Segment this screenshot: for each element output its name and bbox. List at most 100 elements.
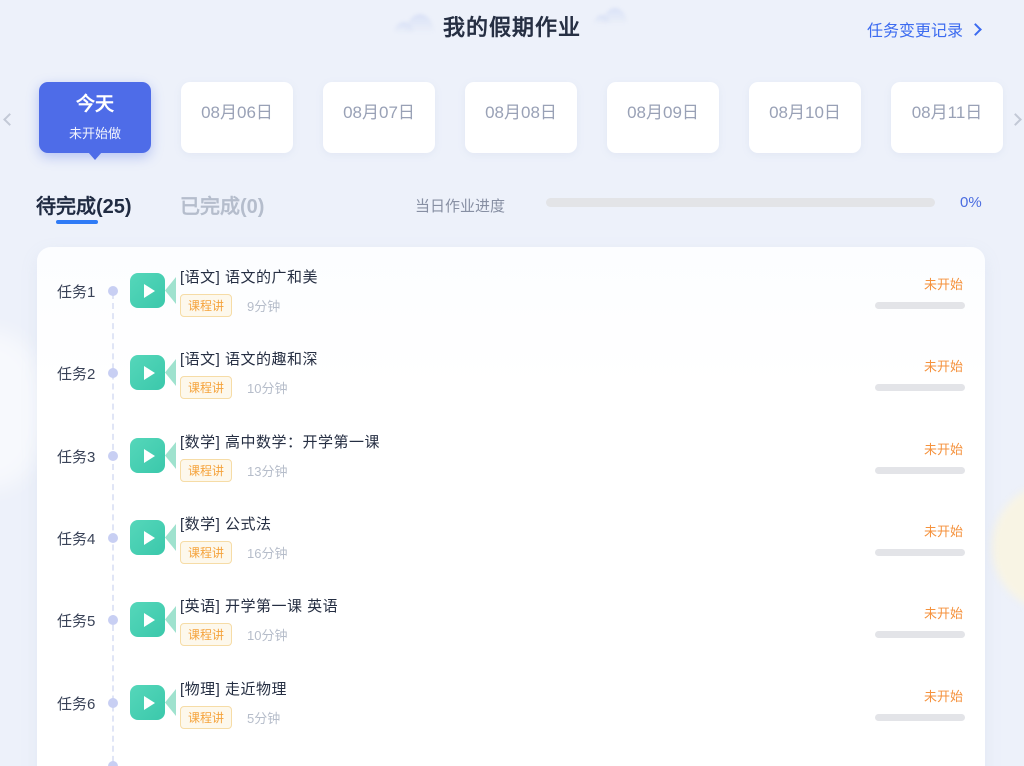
task-row[interactable]: 任务3 [数学] 高中数学：开学第一课 课程讲 13分钟 未开始 — [37, 415, 985, 497]
video-lesson-icon[interactable] — [130, 520, 178, 556]
video-lesson-icon[interactable] — [130, 438, 178, 474]
task-status-label: 未开始 — [924, 356, 963, 375]
task-progress-bar — [875, 467, 965, 474]
tab-todo-label: 待完成(25) — [36, 196, 132, 218]
date-card[interactable]: 08月09日 — [607, 82, 719, 153]
task-progress-bar — [875, 384, 965, 391]
task-title: [英语] 开学第一课 英语 — [180, 595, 338, 616]
task-row[interactable]: 任务4 [数学] 公式法 课程讲 16分钟 未开始 — [37, 497, 985, 579]
task-index-label: 任务6 — [57, 693, 101, 714]
camera-lens-icon — [165, 524, 176, 551]
task-index-label: 任务5 — [57, 610, 101, 631]
task-duration: 10分钟 — [247, 625, 287, 644]
play-icon — [130, 438, 165, 473]
date-card-label: 08月11日 — [912, 98, 983, 123]
tab-done[interactable]: 已完成(0) — [180, 190, 264, 219]
task-index-label: 任务2 — [57, 363, 101, 384]
date-card-label: 今天 — [76, 89, 114, 116]
task-row[interactable]: 任务5 [英语] 开学第一课 英语 课程讲 10分钟 未开始 — [37, 579, 985, 661]
play-icon — [130, 602, 165, 637]
date-card-today[interactable]: 今天 未开始做 — [39, 82, 151, 153]
homework-page: 我的假期作业 任务变更记录 今天 未开始做 08月06日 08月07日 08月0… — [0, 0, 1024, 766]
date-card-sublabel: 未开始做 — [69, 123, 121, 142]
timeline-dot — [108, 761, 118, 766]
play-icon — [130, 273, 165, 308]
timeline-dot — [108, 533, 118, 543]
task-progress-bar — [875, 631, 965, 638]
background-circle-decoration — [992, 482, 1024, 612]
chevron-right-icon — [1009, 113, 1022, 126]
date-card-label: 08月06日 — [201, 98, 273, 123]
video-lesson-icon[interactable] — [130, 273, 178, 309]
date-card[interactable]: 08月07日 — [323, 82, 435, 153]
task-index-label: 任务3 — [57, 446, 101, 467]
task-type-badge: 课程讲 — [180, 294, 232, 317]
task-duration: 9分钟 — [247, 296, 280, 315]
task-title: [物理] 走近物理 — [180, 678, 287, 699]
task-change-log-label: 任务变更记录 — [867, 17, 963, 41]
daily-progress-value: 0% — [960, 194, 982, 211]
task-type-badge: 课程讲 — [180, 706, 232, 729]
task-status-label: 未开始 — [924, 521, 963, 540]
task-row[interactable]: 任务1 [语文] 语文的广和美 课程讲 9分钟 未开始 — [37, 250, 985, 332]
task-index-label: 任务1 — [57, 281, 101, 302]
date-card-label: 08月09日 — [627, 98, 699, 123]
date-card-label: 08月08日 — [485, 98, 557, 123]
tab-done-label: 已完成(0) — [180, 196, 264, 218]
task-list-panel: 任务1 [语文] 语文的广和美 课程讲 9分钟 未开始 任务2 — [37, 247, 985, 766]
task-title: [数学] 公式法 — [180, 513, 287, 534]
timeline-dot — [108, 286, 118, 296]
timeline-dot — [108, 615, 118, 625]
task-row[interactable]: 任务2 [语文] 语文的趣和深 课程讲 10分钟 未开始 — [37, 332, 985, 414]
play-icon — [130, 355, 165, 390]
task-title: [数学] 高中数学：开学第一课 — [180, 431, 380, 452]
task-progress-bar — [875, 549, 965, 556]
date-card-label: 08月10日 — [769, 98, 841, 123]
task-duration: 5分钟 — [247, 708, 280, 727]
chevron-left-icon — [3, 113, 16, 126]
play-icon — [130, 520, 165, 555]
date-card-label: 08月07日 — [343, 98, 415, 123]
daily-progress-bar — [546, 198, 935, 207]
date-card[interactable]: 08月06日 — [181, 82, 293, 153]
camera-lens-icon — [165, 442, 176, 469]
task-index-label: 任务4 — [57, 528, 101, 549]
task-title: [语文] 语文的广和美 — [180, 266, 318, 287]
daily-progress-label: 当日作业进度 — [415, 195, 505, 216]
date-card[interactable]: 08月08日 — [465, 82, 577, 153]
tab-todo[interactable]: 待完成(25) — [36, 190, 132, 219]
timeline-dot — [108, 368, 118, 378]
task-type-badge: 课程讲 — [180, 376, 232, 399]
task-progress-bar — [875, 714, 965, 721]
play-icon — [130, 685, 165, 720]
date-selector: 今天 未开始做 08月06日 08月07日 08月08日 08月09日 08月1… — [39, 82, 1003, 153]
task-type-badge: 课程讲 — [180, 459, 232, 482]
timeline-dot — [108, 698, 118, 708]
task-duration: 13分钟 — [247, 461, 287, 480]
camera-lens-icon — [165, 606, 176, 633]
task-duration: 10分钟 — [247, 378, 287, 397]
video-lesson-icon[interactable] — [130, 685, 178, 721]
task-type-badge: 课程讲 — [180, 623, 232, 646]
camera-lens-icon — [165, 277, 176, 304]
task-type-badge: 课程讲 — [180, 541, 232, 564]
date-card[interactable]: 08月10日 — [749, 82, 861, 153]
chevron-right-icon — [969, 23, 982, 36]
task-status-label: 未开始 — [924, 603, 963, 622]
task-progress-bar — [875, 302, 965, 309]
task-title: [语文] 语文的趣和深 — [180, 348, 318, 369]
video-lesson-icon[interactable] — [130, 602, 178, 638]
camera-lens-icon — [165, 359, 176, 386]
task-change-log-link[interactable]: 任务变更记录 — [867, 17, 980, 41]
timeline-dot — [108, 451, 118, 461]
date-scroll-right-button[interactable] — [1008, 112, 1022, 126]
task-row[interactable]: 任务6 [物理] 走近物理 课程讲 5分钟 未开始 — [37, 662, 985, 744]
task-status-label: 未开始 — [924, 439, 963, 458]
task-duration: 16分钟 — [247, 543, 287, 562]
date-card[interactable]: 08月11日 — [891, 82, 1003, 153]
video-lesson-icon[interactable] — [130, 355, 178, 391]
date-scroll-left-button[interactable] — [2, 112, 16, 126]
active-tab-underline — [56, 220, 98, 224]
task-status-label: 未开始 — [924, 686, 963, 705]
camera-lens-icon — [165, 689, 176, 716]
